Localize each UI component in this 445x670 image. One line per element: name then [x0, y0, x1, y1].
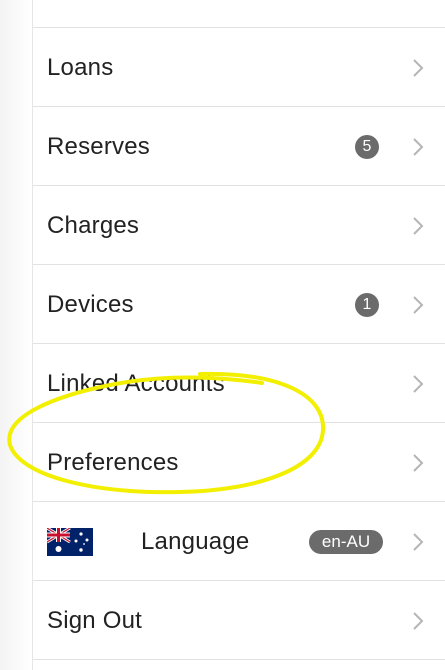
menu-item-charges[interactable]: Charges — [33, 186, 445, 265]
menu-item-preferences[interactable]: Preferences — [33, 423, 445, 502]
devices-count-badge: 1 — [355, 292, 379, 317]
menu-item-loans[interactable]: Loans — [33, 28, 445, 107]
menu-item-language[interactable]: Language en-AU — [33, 502, 445, 581]
menu-item-label: Sign Out — [47, 606, 142, 634]
drawer-edge-shadow — [0, 0, 32, 670]
menu-item-label: Language — [141, 527, 250, 555]
menu-item-label: Preferences — [47, 448, 179, 476]
language-code-badge: en-AU — [309, 529, 383, 554]
reserves-count-badge: 5 — [355, 134, 379, 159]
menu-item-label: Linked Accounts — [47, 369, 225, 397]
chevron-right-icon — [413, 295, 424, 314]
menu-item-reserves[interactable]: Reserves 5 — [33, 107, 445, 186]
menu-item-devices[interactable]: Devices 1 — [33, 265, 445, 344]
menu-item-label: Charges — [47, 211, 140, 239]
australia-flag-icon — [47, 527, 93, 556]
divider — [33, 659, 445, 660]
chevron-right-icon — [413, 532, 424, 551]
chevron-right-icon — [413, 216, 424, 235]
menu-item-label: Devices — [47, 290, 134, 318]
chevron-right-icon — [413, 453, 424, 472]
chevron-right-icon — [413, 137, 424, 156]
chevron-right-icon — [413, 58, 424, 77]
menu-item-sign-out[interactable]: Sign Out — [33, 581, 445, 660]
menu-item-label: Reserves — [47, 132, 150, 160]
chevron-right-icon — [413, 374, 424, 393]
menu-item-linked-accounts[interactable]: Linked Accounts — [33, 344, 445, 423]
chevron-right-icon — [413, 611, 424, 630]
account-menu-screen: Loans Reserves 5 Charges Devices 1 Linke… — [0, 0, 445, 670]
menu-item-label: Loans — [47, 53, 114, 81]
account-menu-list: Loans Reserves 5 Charges Devices 1 Linke… — [32, 0, 445, 670]
